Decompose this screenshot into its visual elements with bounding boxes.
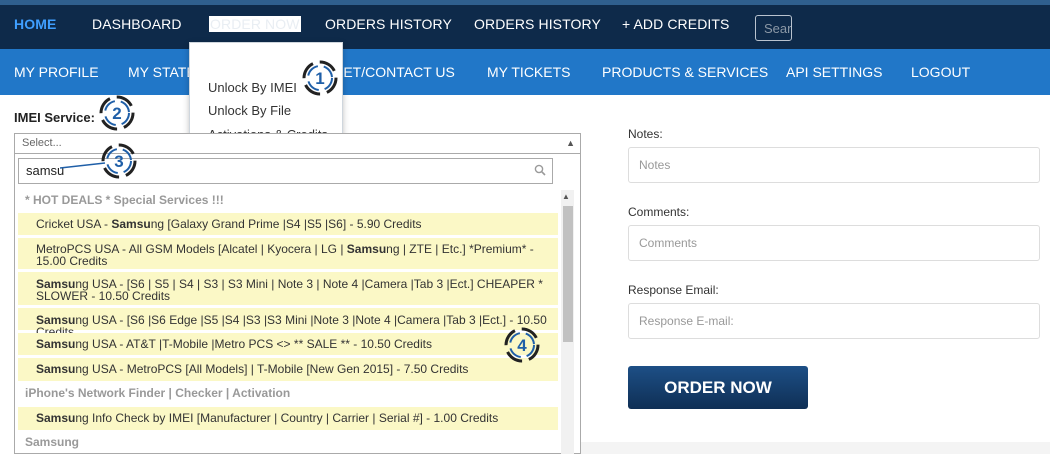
subnav-my-statement[interactable]: MY STATE [128, 64, 196, 80]
callout-4-badge: 4 [504, 327, 540, 363]
option-text-match: Samsu [346, 242, 387, 256]
callout-1-number: 1 [315, 69, 324, 88]
notes-label: Notes: [628, 127, 663, 141]
nav-search-input[interactable]: Search [755, 15, 792, 41]
option-item[interactable]: Samsung Info Check by IMEI [Manufacturer… [18, 407, 558, 430]
nav-home-link[interactable]: HOME [14, 16, 56, 32]
option-text-post: ng USA - AT&T |T-Mobile |Metro PCS <> **… [75, 337, 432, 351]
option-item[interactable]: Samsung USA - AT&T |T-Mobile |Metro PCS … [18, 333, 558, 355]
option-item[interactable]: Samsung USA - [S6 | S5 | S4 | S3 | S3 Mi… [18, 272, 558, 305]
select-placeholder: Select... [22, 137, 62, 149]
option-item[interactable]: MetroPCS USA - All GSM Models [Alcatel |… [18, 238, 558, 269]
options-scrollbar-thumb[interactable] [563, 206, 573, 342]
response-email-field[interactable]: Response E-mail: [628, 303, 1040, 339]
option-text-post: ng Info Check by IMEI [Manufacturer | Co… [75, 411, 499, 425]
caret-up-icon: ▲ [566, 138, 575, 148]
subnav-ticket-contact[interactable]: KET/CONTACT US [334, 64, 455, 80]
subnav-my-profile[interactable]: MY PROFILE [14, 64, 99, 80]
nav-add-credits-link[interactable]: + ADD CREDITS [622, 16, 730, 32]
option-text-post: ng USA - MetroPCS [All Models] | T-Mobil… [75, 362, 469, 376]
option-text-match: Samsu [36, 411, 76, 425]
notes-field[interactable]: Notes [628, 147, 1040, 183]
search-value: samsu [26, 163, 65, 178]
response-email-label: Response Email: [628, 283, 719, 297]
nav-dashboard-link[interactable]: DASHBOARD [92, 16, 182, 32]
option-item[interactable]: Cricket USA - Samsung [Galaxy Grand Prim… [18, 213, 558, 235]
option-item[interactable]: Samsung USA - [S6 |S6 Edge |S5 |S4 |S3 |… [18, 308, 558, 338]
callout-3-pointer-line [60, 162, 106, 169]
nav-orders-history-link-2[interactable]: ORDERS HISTORY [474, 16, 601, 32]
page-footer-strip [581, 442, 1050, 454]
subnav-logout[interactable]: LOGOUT [911, 64, 970, 80]
comments-label: Comments: [628, 205, 690, 219]
order-now-button[interactable]: ORDER NOW [628, 366, 808, 409]
option-text-match: Samsu [36, 362, 76, 376]
option-group-iphone-network: iPhone's Network Finder | Checker | Acti… [25, 386, 291, 400]
callout-3-number: 3 [114, 152, 123, 171]
menu-item-unlock-by-file[interactable]: Unlock By File [208, 103, 291, 118]
option-group-hot-deals: * HOT DEALS * Special Services !!! [25, 193, 224, 207]
option-text-match: Samsu [36, 337, 76, 351]
nav-order-now-link[interactable]: ORDER NOW [209, 16, 301, 32]
callout-1-badge: 1 [302, 60, 338, 96]
option-text-match: Samsu [111, 217, 151, 231]
callout-2-number: 2 [112, 104, 121, 123]
nav-orders-history-link[interactable]: ORDERS HISTORY [325, 16, 452, 32]
subnav-api-settings[interactable]: API SETTINGS [786, 64, 882, 80]
top-navbar: HOME DASHBOARD ORDER NOW ORDERS HISTORY … [0, 5, 1050, 49]
search-icon [534, 164, 546, 176]
option-text-pre: Cricket USA - [36, 217, 112, 231]
option-text-post: ng USA - [S6 | S5 | S4 | S3 | S3 Mini | … [36, 277, 543, 303]
sub-navbar: MY PROFILE MY STATE KET/CONTACT US MY TI… [0, 49, 1050, 95]
callout-4-number: 4 [517, 336, 527, 355]
option-group-samsung: Samsung [25, 435, 80, 449]
subnav-my-tickets[interactable]: MY TICKETS [487, 64, 571, 80]
option-text-post: ng [Galaxy Grand Prime |S4 |S5 |S6] - 5.… [150, 217, 422, 231]
scroll-up-arrow-icon[interactable]: ▲ [562, 192, 570, 201]
option-item[interactable]: Samsung USA - MetroPCS [All Models] | T-… [18, 358, 558, 381]
imei-service-label: IMEI Service: [14, 110, 95, 125]
subnav-products-services[interactable]: PRODUCTS & SERVICES [602, 64, 768, 80]
comments-field[interactable]: Comments [628, 225, 1040, 261]
menu-item-unlock-by-imei[interactable]: Unlock By IMEI [208, 80, 297, 95]
callout-2-badge: 2 [99, 95, 135, 131]
